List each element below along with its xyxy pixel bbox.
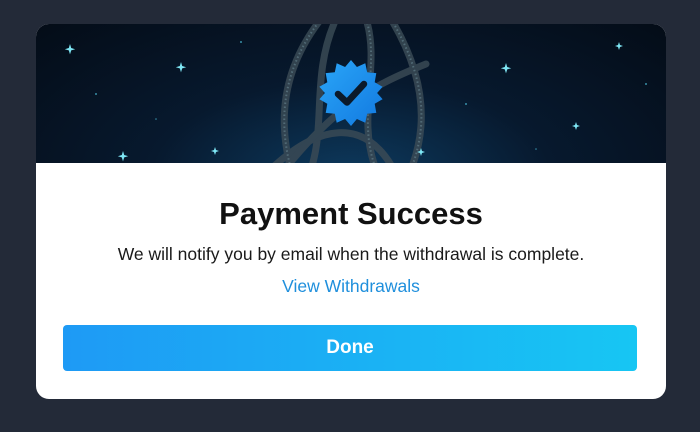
payment-success-dialog: Payment Success We will notify you by em… [36,24,666,399]
view-withdrawals-link[interactable]: View Withdrawals [282,276,420,296]
dialog-title: Payment Success [219,196,483,231]
hero-illustration [36,24,666,163]
dialog-message: We will notify you by email when the wit… [117,244,585,264]
view-withdrawals-link-row: View Withdrawals [36,275,666,299]
strand-right-outer [389,24,425,163]
done-button[interactable]: Done [63,325,637,371]
verified-check-badge-icon [319,60,383,126]
